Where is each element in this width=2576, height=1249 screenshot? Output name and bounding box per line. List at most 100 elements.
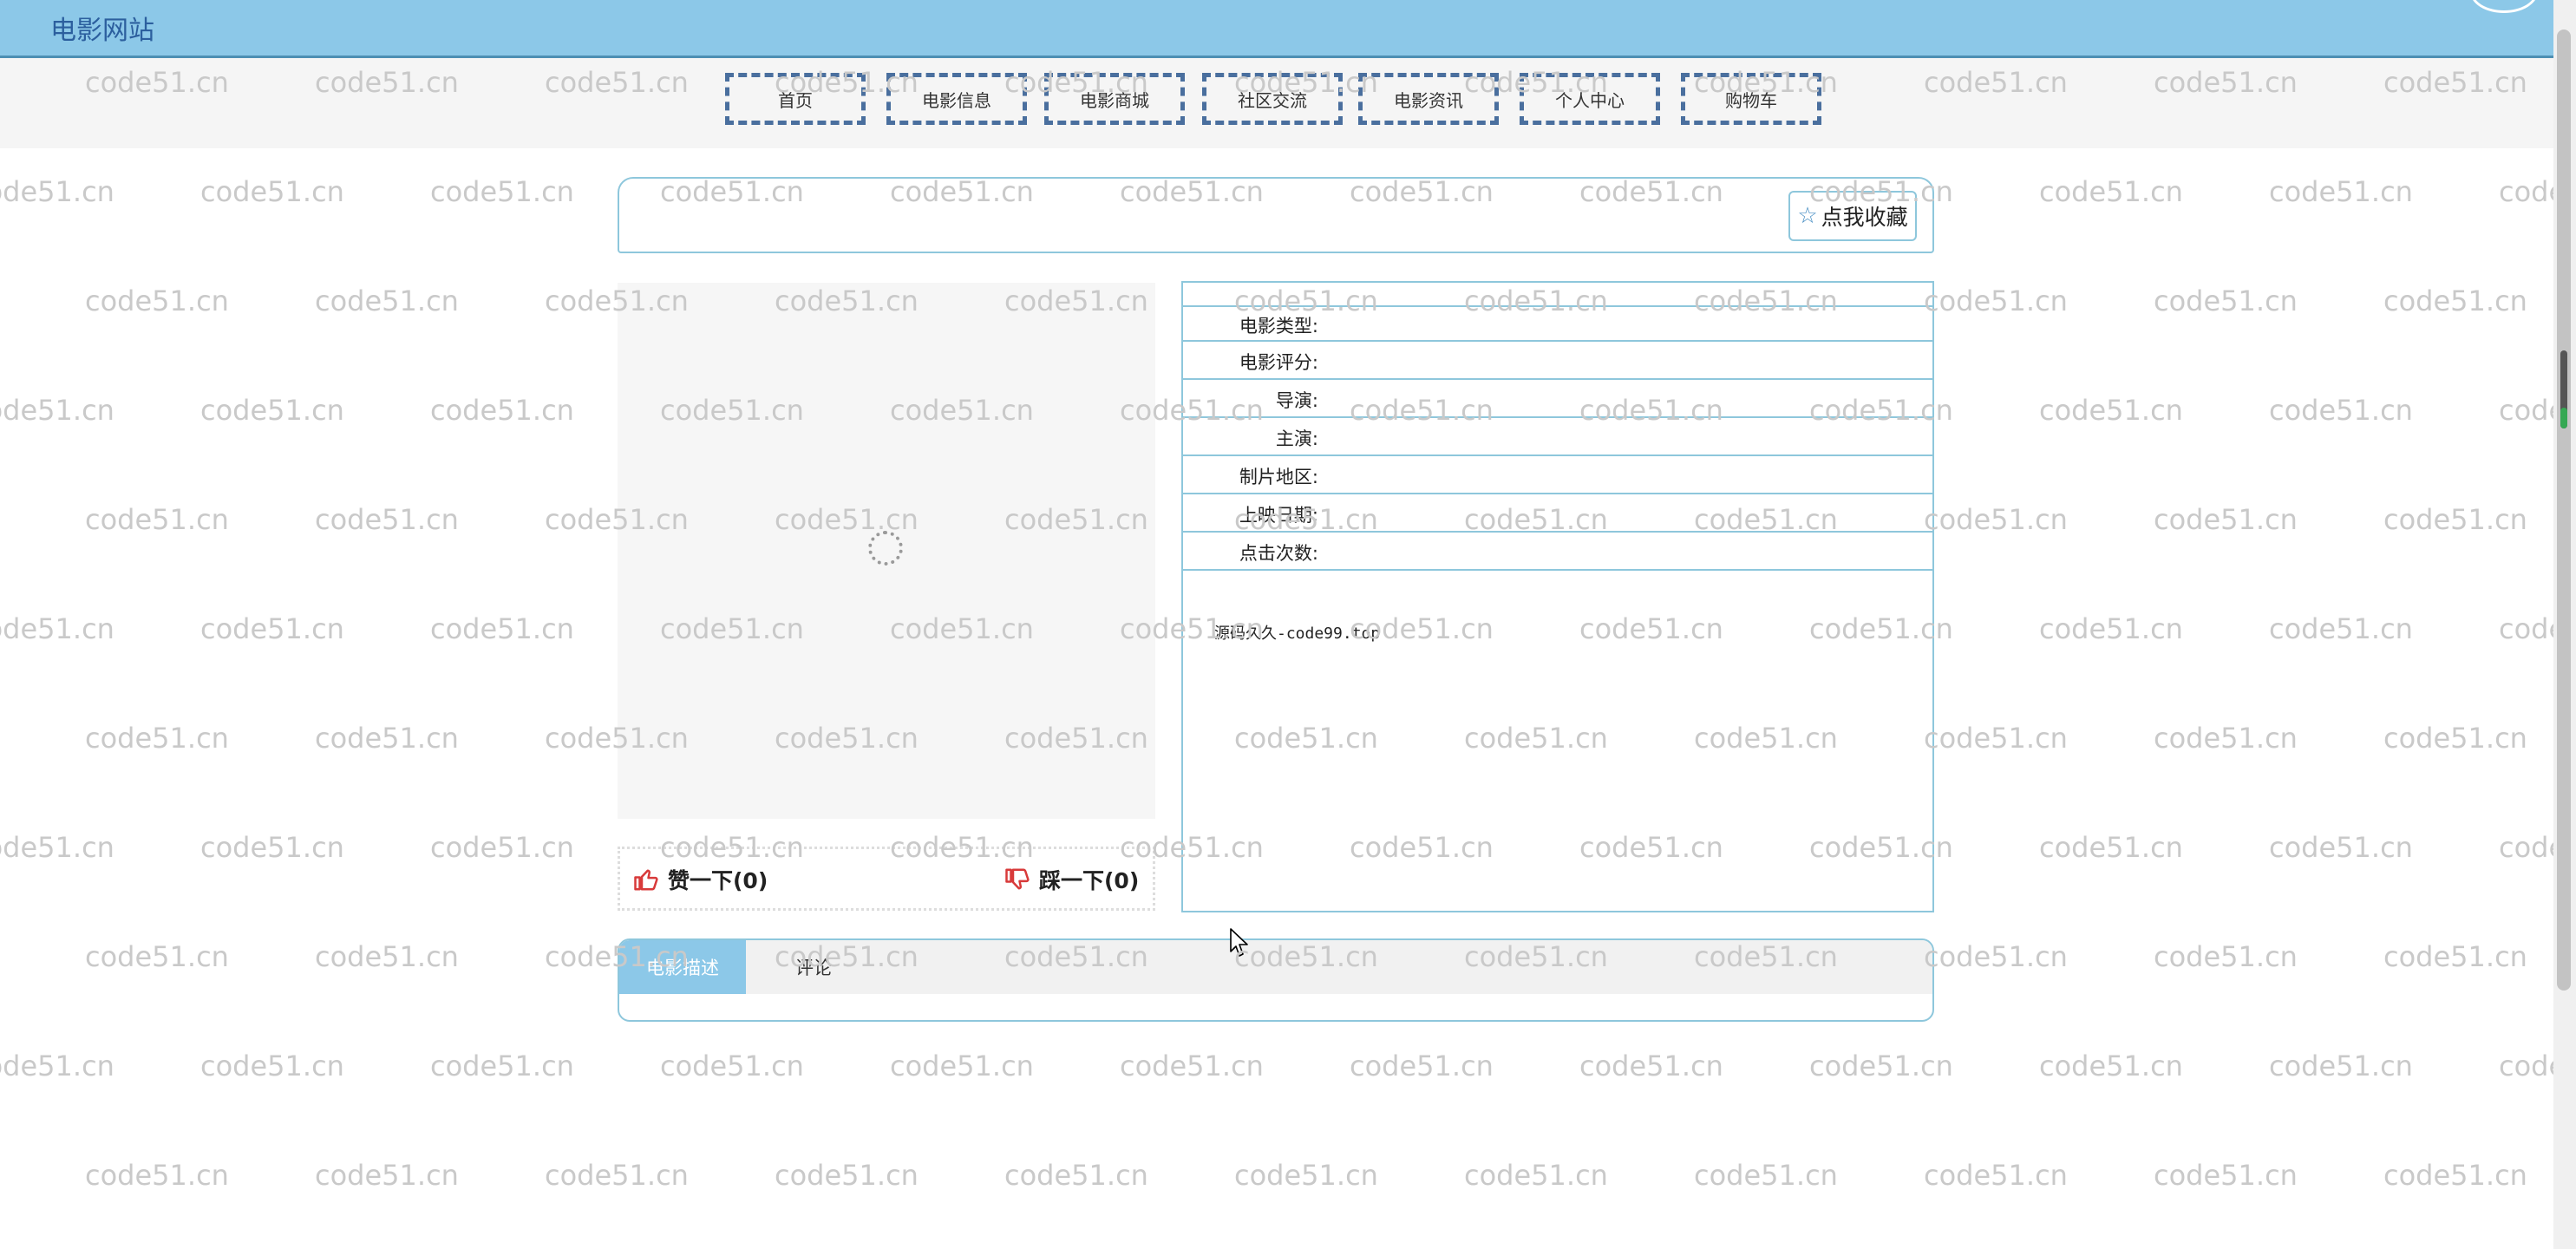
watermark-text: code51.cn: [315, 940, 459, 973]
info-label-genre: 电影类型:: [1239, 316, 1318, 337]
watermark-text: code51.cn: [315, 1159, 459, 1192]
watermark-text: code51.cn: [85, 284, 229, 317]
watermark-text: code51.cn: [2269, 831, 2413, 864]
info-label-click-count: 点击次数:: [1239, 543, 1318, 564]
scrollbar-marker-green: [2560, 408, 2567, 428]
watermark-text: code51.cn: [200, 612, 344, 645]
watermark-text: code51.cn: [2499, 175, 2553, 208]
watermark-text: code51.cn: [2383, 284, 2527, 317]
watermark-text: code51.cn: [1234, 1159, 1378, 1192]
favorite-label: 点我收藏: [1821, 205, 1908, 230]
watermark-text: code51.cn: [0, 175, 114, 208]
watermark-text: code51.cn: [200, 394, 344, 427]
scrollbar-thumb[interactable]: [2557, 29, 2571, 991]
watermark-text: code51.cn: [1120, 1050, 1264, 1082]
watermark-text: code51.cn: [0, 612, 114, 645]
watermark-text: code51.cn: [775, 1159, 919, 1192]
info-title-row: [1181, 281, 1934, 307]
like-button[interactable]: 赞一下(0): [633, 864, 768, 895]
dislike-button[interactable]: 踩一下(0): [1004, 864, 1139, 895]
watermark-text: code51.cn: [2039, 1050, 2183, 1082]
watermark-text: code51.cn: [430, 394, 574, 427]
watermark-text: code51.cn: [2039, 612, 2183, 645]
nav-community[interactable]: 社区交流: [1202, 73, 1343, 125]
favorite-bar: [618, 177, 1934, 253]
watermark-text: code51.cn: [430, 831, 574, 864]
watermark-text: code51.cn: [2499, 612, 2553, 645]
watermark-text: code51.cn: [200, 831, 344, 864]
watermark-text: code51.cn: [545, 1159, 689, 1192]
tab-description[interactable]: 电影描述: [619, 940, 746, 994]
watermark-text: code51.cn: [315, 284, 459, 317]
watermark-text: code51.cn: [1924, 722, 2068, 755]
nav-home[interactable]: 首页: [725, 73, 866, 125]
watermark-text: code51.cn: [1464, 1159, 1608, 1192]
info-label-director: 导演:: [1275, 390, 1318, 411]
thumbs-up-icon: [634, 869, 658, 891]
watermark-text: code51.cn: [2269, 175, 2413, 208]
watermark-text: code51.cn: [890, 1050, 1034, 1082]
watermark-text: code51.cn: [1924, 1159, 2068, 1192]
watermark-text: code51.cn: [2383, 722, 2527, 755]
watermark-text: code51.cn: [1924, 940, 2068, 973]
watermark-text: code51.cn: [2383, 503, 2527, 536]
watermark-text: code51.cn: [2154, 503, 2298, 536]
watermark-text: code51.cn: [2039, 175, 2183, 208]
watermark-text: code51.cn: [1694, 1159, 1838, 1192]
watermark-text: code51.cn: [1924, 284, 2068, 317]
nav-movie-info[interactable]: 电影信息: [886, 73, 1027, 125]
watermark-text: code51.cn: [2269, 394, 2413, 427]
watermark-text: code51.cn: [85, 503, 229, 536]
site-title[interactable]: 电影网站: [50, 9, 154, 47]
detail-tabs: 电影描述 评论: [618, 938, 1934, 1022]
watermark-text: code51.cn: [200, 1050, 344, 1082]
watermark-text: code51.cn: [2499, 394, 2553, 427]
watermark-text: code51.cn: [2269, 1050, 2413, 1082]
watermark-text: code51.cn: [0, 1050, 114, 1082]
watermark-text: code51.cn: [660, 1050, 804, 1082]
user-avatar[interactable]: [2470, 0, 2538, 13]
nav-movie-news[interactable]: 电影资讯: [1358, 73, 1499, 125]
top-header: 电影网站: [0, 0, 2553, 58]
watermark-text: code51.cn: [430, 175, 574, 208]
watermark-text: code51.cn: [1809, 1050, 1953, 1082]
watermark-text: code51.cn: [1350, 1050, 1494, 1082]
info-label-release-date: 上映日期:: [1239, 505, 1318, 526]
info-label-cast: 主演:: [1275, 428, 1318, 449]
favorite-button[interactable]: ☆ 点我收藏: [1788, 191, 1917, 241]
watermark-text: code51.cn: [1004, 1159, 1148, 1192]
star-icon: ☆: [1797, 203, 1818, 229]
like-label: 赞一下(0): [668, 868, 768, 893]
nav-movie-mall[interactable]: 电影商城: [1044, 73, 1185, 125]
watermark-text: code51.cn: [2499, 1050, 2553, 1082]
watermark-text: code51.cn: [2154, 722, 2298, 755]
page-scrollbar[interactable]: [2553, 0, 2576, 1249]
watermark-text: code51.cn: [85, 1159, 229, 1192]
watermark-text: code51.cn: [85, 940, 229, 973]
watermark-text: code51.cn: [85, 722, 229, 755]
watermark-text: code51.cn: [2039, 831, 2183, 864]
watermark-text: code51.cn: [430, 612, 574, 645]
mouse-cursor-icon: [1230, 928, 1248, 957]
watermark-text: code51.cn: [2154, 940, 2298, 973]
watermark-text: code51.cn: [1579, 1050, 1723, 1082]
thumbs-down-icon: [1005, 868, 1030, 890]
movie-description-text: 源码久久-code99.top: [1214, 624, 1381, 643]
watermark-text: code51.cn: [2383, 940, 2527, 973]
info-label-rating: 电影评分:: [1239, 352, 1318, 373]
watermark-text: code51.cn: [2499, 831, 2553, 864]
tab-comments[interactable]: 评论: [746, 940, 881, 994]
watermark-text: code51.cn: [430, 1050, 574, 1082]
watermark-text: code51.cn: [315, 722, 459, 755]
watermark-text: code51.cn: [315, 503, 459, 536]
watermark-text: code51.cn: [2269, 612, 2413, 645]
dislike-label: 踩一下(0): [1039, 868, 1140, 893]
watermark-text: code51.cn: [2039, 394, 2183, 427]
nav-cart[interactable]: 购物车: [1681, 73, 1821, 125]
watermark-text: code51.cn: [0, 394, 114, 427]
watermark-text: code51.cn: [2383, 1159, 2527, 1192]
watermark-text: code51.cn: [200, 175, 344, 208]
watermark-text: code51.cn: [1924, 503, 2068, 536]
info-label-region: 制片地区:: [1239, 467, 1318, 487]
nav-personal-center[interactable]: 个人中心: [1520, 73, 1660, 125]
